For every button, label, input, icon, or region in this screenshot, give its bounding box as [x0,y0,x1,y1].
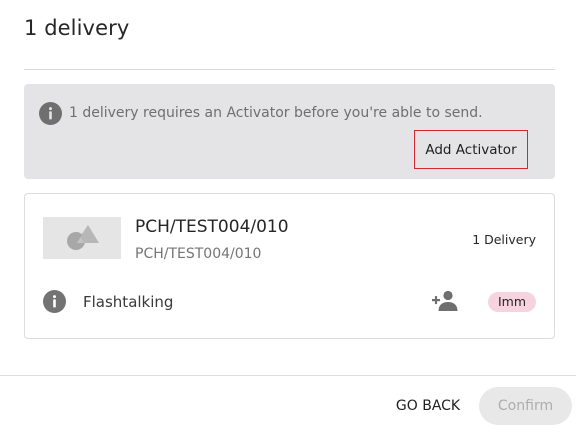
activator-notice: 1 delivery requires an Activator before … [24,84,555,179]
info-icon[interactable] [43,290,66,313]
dialog-title: 1 delivery [24,16,130,40]
add-person-icon[interactable] [432,290,460,312]
add-activator-button[interactable]: Add Activator [414,130,528,169]
go-back-button[interactable]: GO BACK [384,388,472,424]
info-icon [39,102,62,125]
footer-divider [0,375,576,376]
delivery-name: PCH/TEST004/010 [135,217,289,237]
status-badge: Imm [488,292,536,312]
delivery-subtitle: PCH/TEST004/010 [135,246,262,262]
notice-text: 1 delivery requires an Activator before … [69,105,483,121]
delivery-count: 1 Delivery [472,232,536,247]
header-divider [24,69,555,70]
shapes-placeholder-icon [67,225,99,250]
vendor-name: Flashtalking [83,293,174,311]
confirm-button[interactable]: Confirm [479,387,572,425]
delivery-card: PCH/TEST004/010 PCH/TEST004/010 1 Delive… [24,193,555,339]
creative-thumbnail [43,217,121,259]
